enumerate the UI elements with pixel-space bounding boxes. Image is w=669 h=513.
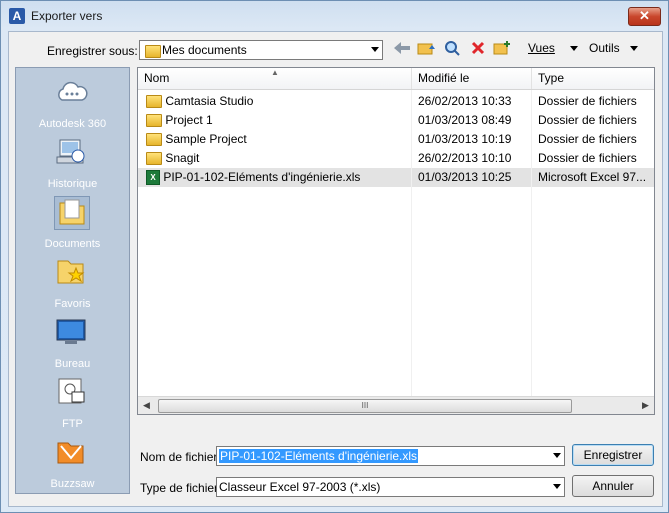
file-type: Microsoft Excel 97... (538, 170, 647, 184)
chevron-down-icon (371, 47, 379, 52)
file-type: Dossier de fichiers (538, 113, 637, 127)
file-type: Dossier de fichiers (538, 151, 637, 165)
views-dropdown-icon[interactable] (570, 46, 578, 51)
file-name: PIP-01-102-Eléments d'ingénierie.xls (163, 170, 361, 184)
excel-file-icon: X (146, 170, 160, 186)
place-buzzsaw[interactable]: Buzzsaw (16, 434, 129, 492)
views-menu[interactable]: Vues (528, 41, 555, 55)
file-list-header: Nom ▲ Modifié le Type (138, 68, 654, 90)
back-arrow-icon[interactable] (393, 40, 411, 56)
file-type: Dossier de fichiers (538, 94, 637, 108)
place-history[interactable]: Historique (16, 134, 129, 192)
file-modified: 01/03/2013 08:49 (418, 113, 512, 127)
column-name-label: Nom (144, 71, 170, 85)
file-modified: 01/03/2013 10:25 (418, 170, 512, 184)
list-item[interactable]: Sample Project 01/03/2013 10:19 Dossier … (138, 130, 654, 149)
place-ftp[interactable]: FTP (16, 374, 129, 432)
filetype-value: Classeur Excel 97-2003 (*.xls) (219, 480, 381, 494)
history-icon (54, 136, 88, 168)
tools-menu[interactable]: Outils (589, 41, 620, 55)
column-divider (531, 90, 532, 396)
save-in-label: Enregistrer sous: (47, 44, 138, 58)
chevron-down-icon[interactable] (553, 453, 561, 458)
folder-icon (145, 45, 161, 58)
documents-folder-icon (54, 196, 90, 230)
search-web-icon[interactable] (443, 40, 461, 56)
up-folder-icon[interactable] (417, 40, 435, 56)
favorites-icon (54, 256, 88, 288)
delete-icon[interactable] (469, 40, 487, 56)
place-label: Autodesk 360 (38, 118, 107, 130)
buzzsaw-icon (54, 436, 88, 468)
file-name: Camtasia Studio (165, 94, 254, 108)
save-in-combo[interactable]: Mes documents (139, 40, 383, 60)
place-desktop[interactable]: Bureau (16, 314, 129, 372)
filename-combo[interactable]: PIP-01-102-Eléments d'ingénierie.xls (216, 446, 565, 466)
place-label: Favoris (54, 298, 91, 310)
place-label: Bureau (54, 358, 91, 370)
sort-ascending-icon: ▲ (271, 68, 279, 77)
place-label: Buzzsaw (50, 478, 95, 490)
file-modified: 26/02/2013 10:33 (418, 94, 512, 108)
list-item[interactable]: Snagit 26/02/2013 10:10 Dossier de fichi… (138, 149, 654, 168)
scroll-right-icon[interactable]: ▶ (637, 397, 654, 414)
place-favorites[interactable]: Favoris (16, 254, 129, 312)
dialog-client-area: Enregistrer sous: Mes documents Vues Out… (8, 31, 663, 507)
column-header-name[interactable]: Nom ▲ (138, 68, 412, 89)
place-label: FTP (62, 418, 83, 430)
filetype-label: Type de fichier: (140, 481, 222, 495)
scroll-left-icon[interactable]: ◀ (138, 397, 155, 414)
filetype-select[interactable]: Classeur Excel 97-2003 (*.xls) (216, 477, 565, 497)
file-list[interactable]: Nom ▲ Modifié le Type Camtasia Studio 26… (137, 67, 655, 415)
folder-icon (146, 95, 162, 109)
close-button[interactable]: ✕ (628, 7, 661, 26)
chevron-down-icon[interactable] (553, 484, 561, 489)
place-documents[interactable]: Documents (16, 194, 129, 252)
file-type: Dossier de fichiers (538, 132, 637, 146)
cloud-icon (54, 78, 88, 110)
places-bar: Autodesk 360 Historique Documents Favori… (15, 67, 130, 494)
cancel-button[interactable]: Annuler (572, 475, 654, 497)
file-name: Project 1 (165, 113, 213, 127)
folder-icon (146, 152, 162, 166)
ftp-icon (54, 376, 88, 408)
filename-label: Nom de fichier: (140, 450, 221, 464)
list-item[interactable]: Project 1 01/03/2013 08:49 Dossier de fi… (138, 111, 654, 130)
column-header-modified[interactable]: Modifié le (412, 68, 532, 89)
folder-icon (146, 133, 162, 147)
file-modified: 01/03/2013 10:19 (418, 132, 512, 146)
list-item[interactable]: Camtasia Studio 26/02/2013 10:33 Dossier… (138, 92, 654, 111)
title-bar: A Exporter vers ✕ (1, 1, 668, 31)
file-name: Sample Project (165, 132, 247, 146)
desktop-icon (54, 316, 88, 348)
place-autodesk-360[interactable]: Autodesk 360 (16, 74, 129, 132)
file-modified: 26/02/2013 10:10 (418, 151, 512, 165)
filename-value: PIP-01-102-Eléments d'ingénierie.xls (219, 449, 419, 463)
save-button[interactable]: Enregistrer (572, 444, 654, 466)
file-name: Snagit (165, 151, 200, 165)
list-item-selected[interactable]: X PIP-01-102-Eléments d'ingénierie.xls 0… (138, 168, 654, 187)
autocad-app-icon: A (9, 8, 25, 24)
column-divider (411, 90, 412, 396)
place-label: Historique (47, 178, 98, 190)
column-header-type[interactable]: Type (532, 68, 654, 89)
export-dialog: A Exporter vers ✕ Enregistrer sous: Mes … (0, 0, 669, 513)
save-in-value: Mes documents (162, 43, 247, 57)
tools-dropdown-icon[interactable] (630, 46, 638, 51)
place-label: Documents (44, 238, 101, 250)
dialog-title: Exporter vers (31, 9, 103, 23)
scroll-thumb[interactable]: III (158, 399, 572, 413)
new-folder-icon[interactable] (493, 40, 511, 56)
horizontal-scrollbar[interactable]: ◀ III ▶ (138, 396, 654, 414)
folder-icon (146, 114, 162, 128)
